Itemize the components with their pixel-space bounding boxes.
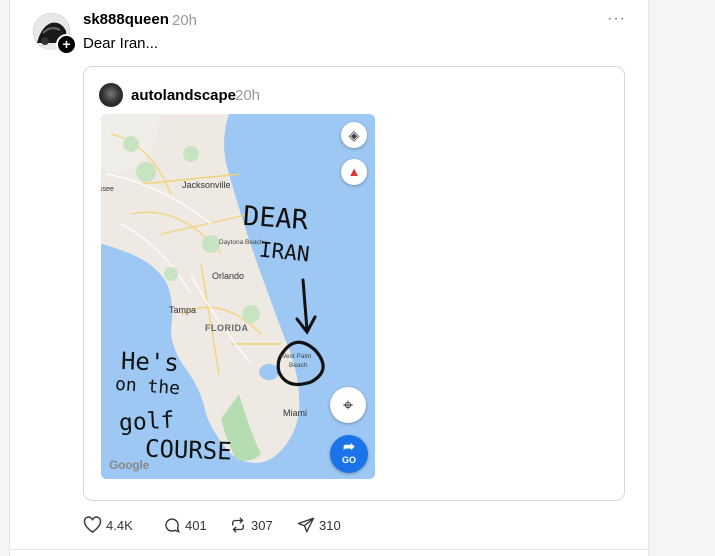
- quoted-timestamp[interactable]: 20h: [235, 87, 260, 104]
- post-text: Dear Iran...: [83, 35, 159, 52]
- post-username[interactable]: sk888queen: [83, 11, 169, 28]
- map-label-edge: ssee: [101, 186, 114, 193]
- reply-button[interactable]: 401: [163, 515, 207, 535]
- repost-icon: [232, 517, 244, 533]
- post: + sk888queen 20h ··· Dear Iran... autola…: [10, 0, 648, 556]
- more-options-icon[interactable]: ···: [607, 10, 626, 28]
- like-count: 4.4K: [106, 517, 133, 533]
- handwriting-dear: DEAR: [241, 200, 310, 237]
- handwriting-hes: He's: [120, 347, 180, 377]
- map-image[interactable]: ◈ ▲ ssee Jacksonville Daytona Beach Orla…: [101, 114, 375, 479]
- compass-icon[interactable]: ▲: [341, 159, 367, 185]
- repost-count: 307: [251, 517, 273, 533]
- handwriting-on-the: on the: [114, 373, 181, 400]
- comment-icon: [165, 518, 180, 533]
- follow-plus-icon[interactable]: +: [56, 34, 77, 55]
- quoted-avatar[interactable]: [99, 83, 123, 107]
- map-label-miami: Miami: [283, 408, 307, 418]
- like-button[interactable]: 4.4K: [83, 515, 133, 535]
- map-label-tampa: Tampa: [169, 305, 197, 315]
- map-label-daytona: Daytona Beach: [219, 239, 264, 246]
- quoted-post[interactable]: autolandscape 20h ◈ ▲ see Jacksonville D…: [83, 66, 625, 501]
- post-timestamp[interactable]: 20h: [172, 12, 197, 29]
- reply-count: 401: [185, 517, 207, 533]
- map-label-beach: Beach: [289, 362, 308, 369]
- post-divider: [10, 549, 648, 550]
- send-icon: [297, 517, 315, 533]
- go-label: GO: [341, 455, 356, 465]
- map-label-florida: FLORIDA: [205, 323, 249, 333]
- heart-icon: [83, 516, 102, 534]
- handwriting-golf: golf: [118, 407, 176, 437]
- quoted-username[interactable]: autolandscape: [131, 87, 236, 104]
- share-count: 310: [319, 517, 341, 533]
- author-avatar-container[interactable]: +: [33, 13, 77, 55]
- layers-icon[interactable]: ◈: [341, 122, 367, 148]
- map-label-jacksonville: Jacksonville: [182, 180, 231, 190]
- directions-icon: ➦: [343, 438, 355, 454]
- go-button[interactable]: ➦ GO: [330, 435, 368, 473]
- share-button[interactable]: 310: [297, 515, 341, 535]
- handwriting-iran: IRAN: [257, 237, 311, 267]
- handwriting-course: COURSE: [144, 434, 233, 466]
- google-logo: Google: [109, 458, 150, 472]
- my-location-icon[interactable]: ⌖: [330, 387, 366, 423]
- repost-button[interactable]: 307: [229, 515, 273, 535]
- feed-column: + sk888queen 20h ··· Dear Iran... autola…: [9, 0, 649, 556]
- map-label-orlando: Orlando: [212, 271, 245, 281]
- map-label-west-palm: West Palm: [280, 353, 312, 360]
